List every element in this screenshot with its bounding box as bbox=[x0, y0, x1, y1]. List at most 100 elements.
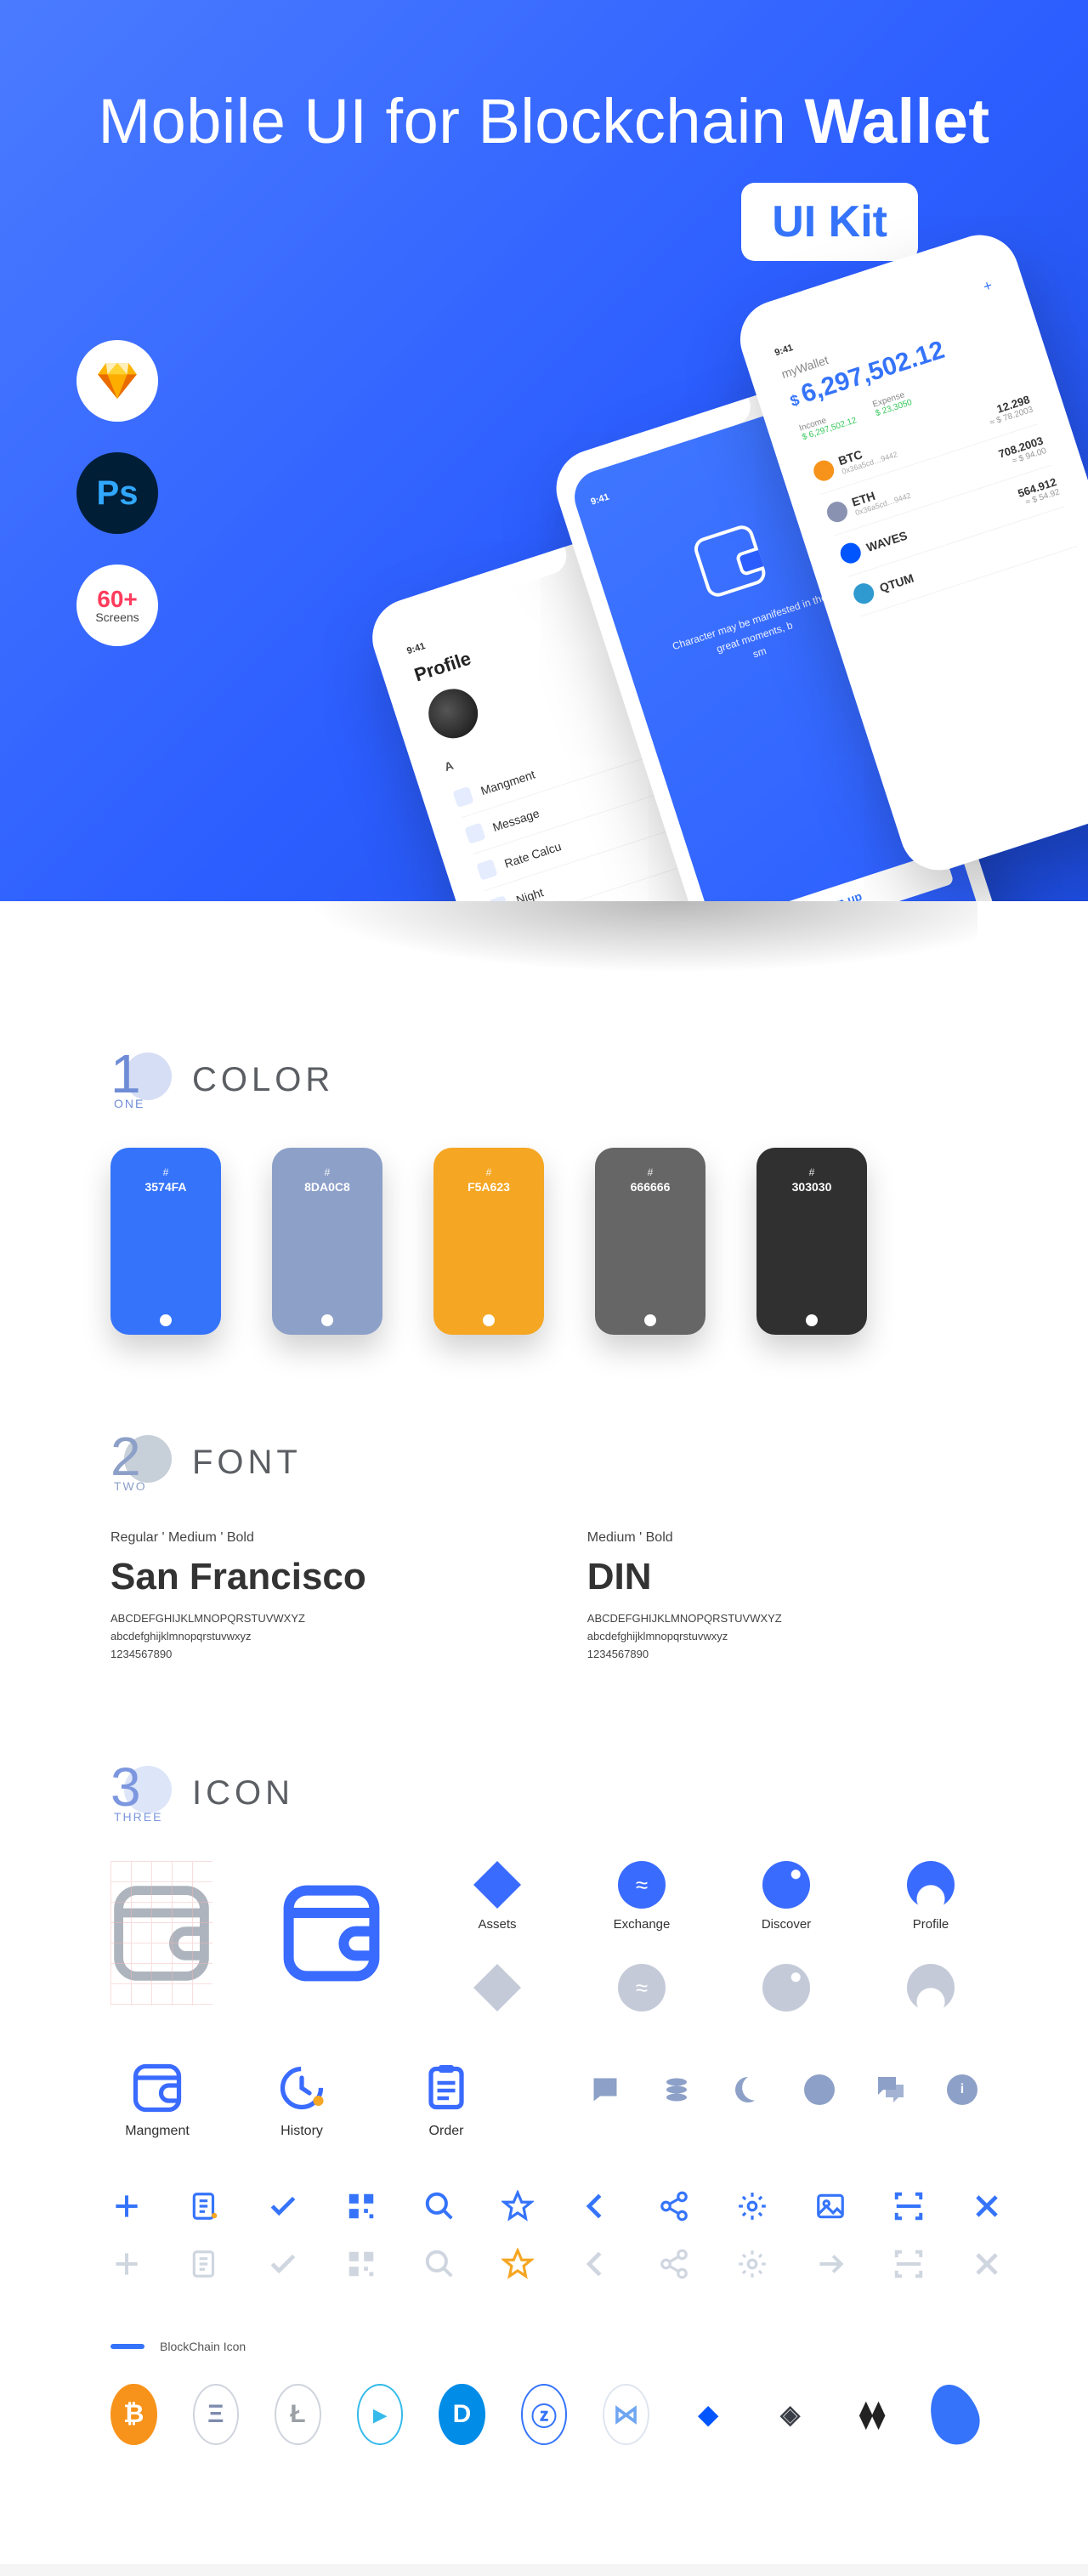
dot-icon bbox=[804, 2074, 835, 2105]
nav-label: Exchange bbox=[595, 1917, 688, 1932]
hex-value: 666666 bbox=[595, 1180, 706, 1194]
mid-order: Order bbox=[400, 2063, 493, 2139]
badge-word: TWO bbox=[114, 1479, 147, 1493]
hex-value: F5A623 bbox=[434, 1180, 544, 1194]
screens-badge: 60+ Screens bbox=[76, 565, 158, 646]
close-icon bbox=[971, 2190, 1003, 2222]
star-icon bbox=[502, 2248, 534, 2280]
nav-discover-dim bbox=[740, 1964, 833, 2020]
badge-number: 1 bbox=[110, 1042, 141, 1105]
hash: # bbox=[595, 1166, 706, 1178]
font-digits: 1234567890 bbox=[587, 1648, 782, 1660]
section-title: ICON bbox=[192, 1774, 294, 1813]
info-icon: i bbox=[947, 2074, 978, 2105]
scan-icon bbox=[892, 2248, 925, 2280]
assets-icon bbox=[473, 1964, 521, 2011]
font-digits: 1234567890 bbox=[110, 1648, 366, 1660]
discover-icon bbox=[762, 1964, 810, 2011]
avatar bbox=[422, 683, 484, 745]
menu-label: Night bbox=[514, 885, 545, 901]
nav-assets: Assets bbox=[450, 1861, 544, 1932]
check-icon bbox=[267, 2190, 299, 2222]
nav-icon-grid: Assets ≈Exchange Discover Profile ≈ bbox=[450, 1861, 978, 2020]
settings-icon bbox=[736, 2190, 768, 2222]
menu-label: Rate Calcu bbox=[502, 839, 563, 871]
crypto-stratis-icon bbox=[922, 2378, 987, 2451]
forum-icon bbox=[876, 2074, 906, 2105]
color-swatch: #303030 bbox=[756, 1148, 867, 1335]
crypto-litecoin-icon: Ł bbox=[275, 2384, 321, 2445]
wallet-icon bbox=[691, 523, 768, 600]
mid-label: Mangment bbox=[110, 2124, 204, 2139]
font-lower: abcdefghijklmnopqrstuvwxyz bbox=[110, 1630, 366, 1643]
status-time: 9:41 bbox=[405, 641, 427, 657]
section-title: COLOR bbox=[192, 1061, 334, 1099]
menu-label: Mangment bbox=[479, 768, 537, 798]
crypto-bitcoin-icon: ₿ bbox=[110, 2384, 157, 2445]
exchange-icon: ≈ bbox=[618, 1964, 666, 2011]
label-text: BlockChain Icon bbox=[160, 2340, 246, 2353]
font-lower: abcdefghijklmnopqrstuvwxyz bbox=[587, 1630, 782, 1643]
font-upper: ABCDEFGHIJKLMNOPQRSTUVWXYZ bbox=[587, 1612, 782, 1625]
scan-icon bbox=[892, 2190, 925, 2222]
exchange-icon: ≈ bbox=[618, 1861, 666, 1909]
moon-icon bbox=[733, 2074, 763, 2105]
search-icon bbox=[423, 2248, 456, 2280]
tool-icon-grid bbox=[110, 2190, 978, 2280]
home-indicator bbox=[483, 1314, 495, 1326]
coin-symbol: WAVES bbox=[864, 529, 909, 555]
hero-pill: UI Kit bbox=[741, 183, 918, 261]
home-indicator bbox=[321, 1314, 333, 1326]
blockchain-label: BlockChain Icon bbox=[110, 2340, 978, 2353]
plus-icon bbox=[110, 2248, 143, 2280]
badge-word: THREE bbox=[114, 1810, 162, 1824]
crypto-bitshares-icon: ▸ bbox=[357, 2384, 404, 2445]
image-icon bbox=[814, 2190, 847, 2222]
small-icons: i bbox=[590, 2063, 978, 2105]
crypto-link-icon: ⧫⧫ bbox=[849, 2384, 896, 2445]
arrow-right-icon bbox=[814, 2248, 847, 2280]
nav-profile: Profile bbox=[884, 1861, 978, 1932]
crypto-ethereum-icon: Ξ bbox=[193, 2384, 240, 2445]
crypto-dash-icon: D bbox=[439, 2384, 485, 2445]
settings-icon bbox=[736, 2248, 768, 2280]
hero-title-prefix: Mobile UI for Blockchain bbox=[98, 86, 804, 156]
hash: # bbox=[434, 1166, 544, 1178]
home-indicator bbox=[160, 1314, 172, 1326]
color-swatch: # F5A623 bbox=[434, 1148, 544, 1335]
list-icon bbox=[189, 2248, 221, 2280]
assets-icon bbox=[473, 1861, 521, 1909]
photoshop-badge: Ps bbox=[76, 452, 158, 534]
nav-profile-dim bbox=[884, 1964, 978, 2020]
coin-icon bbox=[824, 499, 850, 525]
discover-icon bbox=[762, 1861, 810, 1909]
nav-exchange: ≈ Exchange bbox=[595, 1861, 688, 1932]
hash: # bbox=[272, 1166, 382, 1178]
screens-count: 60+ bbox=[97, 587, 138, 611]
color-swatch: #8DA0C8 bbox=[272, 1148, 382, 1335]
mangment-icon bbox=[132, 2063, 183, 2114]
font-weights: Medium ' Bold bbox=[587, 1530, 782, 1546]
section-font-head: 2 TWO FONT bbox=[110, 1437, 978, 1488]
profile-icon bbox=[907, 1964, 955, 2011]
nav-label: Profile bbox=[884, 1917, 978, 1932]
wallet-icon-grid bbox=[110, 1861, 212, 2006]
section-number-badge: 3 THREE bbox=[110, 1767, 172, 1819]
hero: Mobile UI for Blockchain Wallet UI Kit P… bbox=[0, 0, 1088, 901]
stack-icon bbox=[661, 2074, 692, 2105]
hash: # bbox=[756, 1166, 867, 1178]
hero-title: Mobile UI for Blockchain Wallet bbox=[0, 85, 1088, 157]
hash: # bbox=[110, 1166, 221, 1178]
photoshop-icon: Ps bbox=[97, 474, 139, 513]
order-icon bbox=[421, 2063, 472, 2114]
wallet-icon-blue bbox=[280, 1861, 382, 2006]
home-indicator bbox=[806, 1314, 818, 1326]
font-name: DIN bbox=[587, 1556, 782, 1598]
qr-icon bbox=[345, 2190, 377, 2222]
font-din: Medium ' Bold DIN ABCDEFGHIJKLMNOPQRSTUV… bbox=[587, 1530, 782, 1665]
nav-label: Assets bbox=[450, 1917, 544, 1932]
check-icon bbox=[267, 2248, 299, 2280]
plus-icon bbox=[110, 2190, 143, 2222]
section-number-badge: 1 ONE bbox=[110, 1054, 172, 1105]
crypto-zcash-icon: ⓩ bbox=[521, 2384, 568, 2445]
